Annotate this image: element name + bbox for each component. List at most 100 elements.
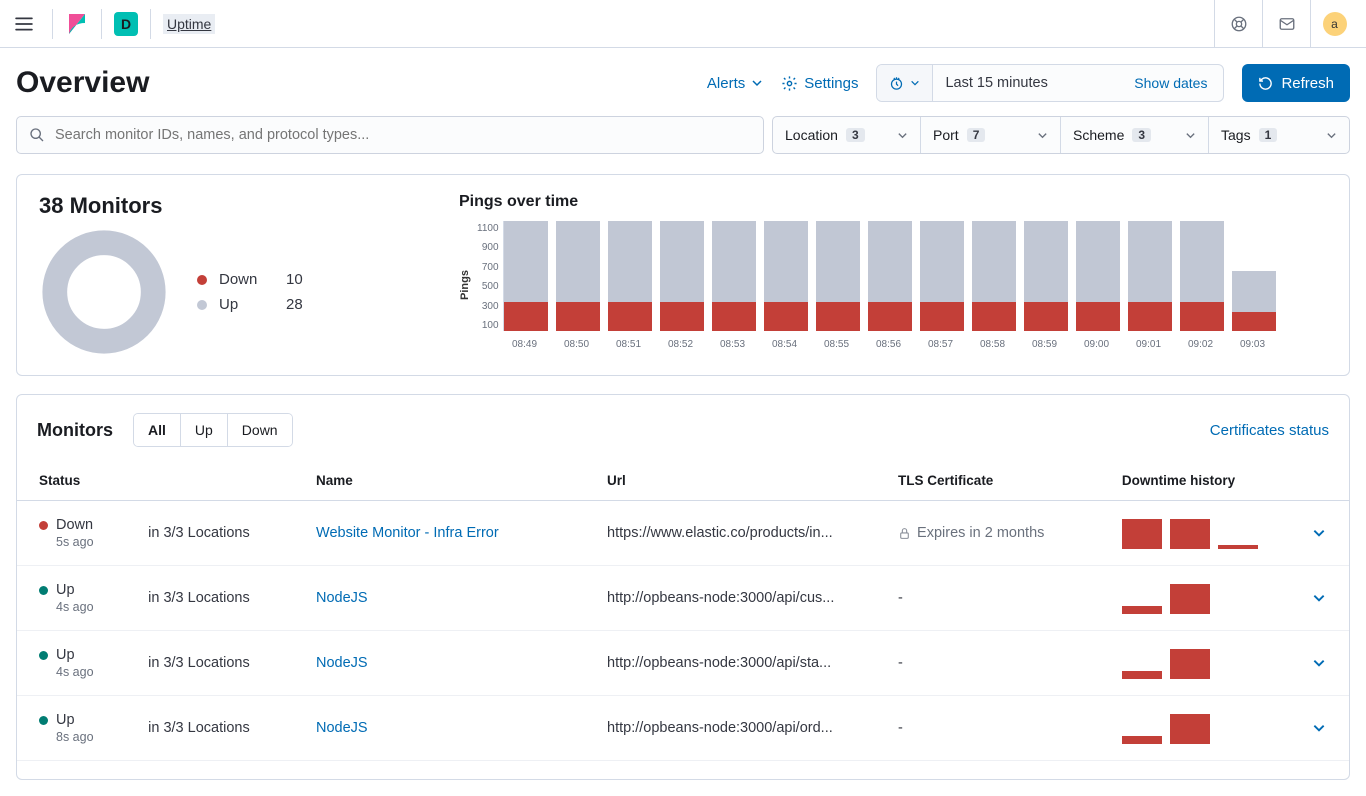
chart-bar[interactable] — [868, 221, 912, 331]
chart-bar[interactable] — [764, 221, 808, 331]
chart-bar[interactable] — [504, 221, 548, 331]
status-dot — [39, 521, 48, 530]
status-dot — [39, 716, 48, 725]
chart-bar[interactable] — [920, 221, 964, 331]
chart-bar[interactable] — [972, 221, 1016, 331]
url-cell: http://opbeans-node:3000/api/sta... — [599, 631, 890, 696]
monitor-name-link[interactable]: NodeJS — [316, 655, 368, 671]
expand-row-button[interactable] — [1304, 696, 1349, 761]
donut-legend: Down 10 Up 28 — [197, 267, 303, 317]
chevron-down-icon — [1312, 526, 1326, 540]
alerts-dropdown[interactable]: Alerts — [707, 75, 763, 92]
x-axis-ticks: 08:4908:5008:5108:5208:5308:5408:5508:56… — [503, 339, 1327, 350]
column-header[interactable]: Status — [17, 461, 308, 501]
chart-bar[interactable] — [608, 221, 652, 331]
tab-all[interactable]: All — [134, 414, 181, 446]
x-tick: 08:50 — [555, 339, 599, 350]
expand-row-button[interactable] — [1304, 631, 1349, 696]
url-cell: http://opbeans-node:3000/api/ord... — [599, 696, 890, 761]
column-header[interactable]: Url — [599, 461, 890, 501]
chart-bars-area — [503, 221, 1327, 331]
page-title: Overview — [16, 66, 149, 100]
y-axis-label: Pings — [459, 221, 471, 350]
show-dates-link[interactable]: Show dates — [1134, 75, 1207, 91]
url-cell: http://opbeans-node:3000/api/cus... — [599, 566, 890, 631]
table-row: Up4s agoin 3/3 LocationsNodeJShttp://opb… — [17, 566, 1349, 631]
calendar-icon — [889, 76, 904, 91]
chevron-down-icon — [1326, 130, 1337, 141]
legend-dot-down — [197, 275, 207, 285]
facet-scheme[interactable]: Scheme3 — [1061, 117, 1209, 153]
x-tick: 09:00 — [1075, 339, 1119, 350]
chart-bar[interactable] — [816, 221, 860, 331]
legend-value-down: 10 — [286, 271, 303, 288]
locations-cell: in 3/3 Locations — [140, 501, 308, 566]
breadcrumb-app[interactable]: Uptime — [163, 14, 215, 34]
table-title: Monitors — [37, 420, 113, 441]
column-header[interactable]: Downtime history — [1114, 461, 1304, 501]
status-text: Up — [56, 647, 75, 663]
user-menu-button[interactable]: a — [1310, 0, 1358, 48]
chart-bar[interactable] — [1232, 221, 1276, 331]
divider — [150, 9, 151, 39]
help-icon[interactable] — [1214, 0, 1262, 48]
date-range-display[interactable]: Last 15 minutes Show dates — [933, 65, 1223, 101]
column-header[interactable]: Name — [308, 461, 599, 501]
search-box[interactable] — [16, 116, 764, 154]
chart-bar[interactable] — [712, 221, 756, 331]
url-cell: https://www.elastic.co/products/in... — [599, 501, 890, 566]
monitor-name-link[interactable]: Website Monitor - Infra Error — [316, 525, 499, 541]
monitor-name-link[interactable]: NodeJS — [316, 590, 368, 606]
chart-bar[interactable] — [556, 221, 600, 331]
kibana-logo-icon[interactable] — [65, 12, 89, 36]
monitors-count-title: 38 Monitors — [39, 193, 419, 219]
nav-toggle-button[interactable] — [8, 8, 40, 40]
newsfeed-icon[interactable] — [1262, 0, 1310, 48]
alerts-label: Alerts — [707, 75, 745, 92]
facet-label: Scheme — [1073, 127, 1124, 143]
space-selector-button[interactable]: D — [114, 12, 138, 36]
monitor-name-link[interactable]: NodeJS — [316, 720, 368, 736]
status-text: Down — [56, 517, 93, 533]
facet-label: Tags — [1221, 127, 1251, 143]
facet-count: 1 — [1259, 128, 1278, 142]
facet-label: Port — [933, 127, 959, 143]
tls-cell: - — [890, 566, 1114, 631]
table-row: Up 4s ago in 3/3 Locations NodeJS http://opb… — [17, 631, 1349, 696]
refresh-label: Refresh — [1281, 75, 1334, 92]
date-quick-select[interactable] — [877, 65, 933, 101]
tab-down[interactable]: Down — [228, 414, 292, 446]
x-tick: 08:53 — [711, 339, 755, 350]
chart-bar[interactable] — [1076, 221, 1120, 331]
x-tick: 08:51 — [607, 339, 651, 350]
status-ago: 4s ago — [39, 665, 132, 679]
expand-row-button[interactable] — [1304, 566, 1349, 631]
facet-group: Location3Port7Scheme3 Tags 1 — [772, 116, 1350, 154]
facet-location[interactable]: Location3 — [773, 117, 921, 153]
chart-bar[interactable] — [660, 221, 704, 331]
chart-bar[interactable] — [1180, 221, 1224, 331]
status-ago: 5s ago — [39, 535, 132, 549]
chart-bar[interactable] — [1128, 221, 1172, 331]
page-header: Overview Alerts Settings Last 15 minutes… — [16, 64, 1350, 102]
tab-up[interactable]: Up — [181, 414, 228, 446]
chart-bar[interactable] — [1024, 221, 1068, 331]
monitors-table: StatusNameUrlTLS CertificateDowntime his… — [17, 461, 1349, 761]
certificates-status-link[interactable]: Certificates status — [1210, 422, 1329, 439]
settings-link[interactable]: Settings — [781, 75, 858, 92]
locations-cell: in 3/3 Locations — [140, 631, 308, 696]
lock-icon — [898, 527, 911, 540]
downtime-history — [1122, 712, 1296, 744]
facet-tags[interactable]: Tags 1 — [1209, 117, 1349, 153]
topbar-right: a — [1214, 0, 1358, 48]
search-input[interactable] — [55, 127, 751, 143]
column-header[interactable]: TLS Certificate — [890, 461, 1114, 501]
chevron-down-icon — [1037, 130, 1048, 141]
status-ago: 4s ago — [39, 600, 132, 614]
legend-row-down: Down 10 — [197, 267, 303, 292]
expand-row-button[interactable] — [1304, 501, 1349, 566]
facet-port[interactable]: Port7 — [921, 117, 1061, 153]
y-axis-ticks: 1100900700500300100 — [477, 221, 499, 331]
refresh-button[interactable]: Refresh — [1242, 64, 1350, 102]
x-tick: 08:54 — [763, 339, 807, 350]
